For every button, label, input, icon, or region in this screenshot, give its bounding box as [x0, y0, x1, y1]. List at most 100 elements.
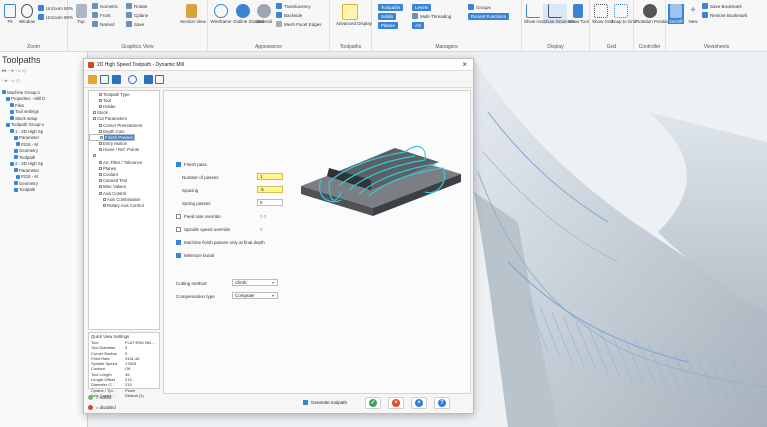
- settings-icon[interactable]: [128, 75, 137, 84]
- rotation-position-button[interactable]: Rotation Position: [636, 4, 670, 24]
- finish-pass-illustration: [301, 145, 461, 216]
- tree-node-label: Files: [15, 102, 25, 108]
- tool-icon[interactable]: [88, 75, 97, 84]
- tree-node-icon: [93, 154, 96, 158]
- outline-shaded-button[interactable]: Outline Shaded: [233, 4, 264, 24]
- named-view-button[interactable]: Named: [92, 21, 115, 27]
- dialog-title-bar[interactable]: 2D High Speed Toolpath - Dynamic Mill ×: [84, 59, 473, 71]
- groups-manager-button[interactable]: Groups: [468, 4, 491, 10]
- section-view-button[interactable]: Section View: [180, 4, 206, 24]
- apply-button[interactable]: +: [411, 397, 427, 409]
- param-tree-label: Toolpath Type: [103, 91, 130, 97]
- spacing-input[interactable]: .5: [257, 186, 283, 193]
- fit-icon: [4, 4, 16, 18]
- show-gnomons-button[interactable]: Show Gnomons: [543, 4, 575, 24]
- viewsheets-group: On/Off + New Save Bookmark Restore Bookm…: [666, 0, 767, 52]
- dialog-title: 2D High Speed Toolpath - Dynamic Mill: [97, 61, 184, 68]
- restore-bookmark-button[interactable]: Restore Bookmark: [702, 12, 747, 18]
- rotate-icon: [126, 3, 132, 9]
- grid-view-icon[interactable]: [155, 75, 164, 84]
- minimize-burial-checkbox[interactable]: Minimize burial: [176, 253, 214, 258]
- export-icon[interactable]: [112, 75, 121, 84]
- machine-finish-final-depth-checkbox[interactable]: Machine finish passes only at final dept…: [176, 240, 265, 245]
- show-axes-button[interactable]: Show Axes: [524, 4, 546, 24]
- display-group-label: Display: [547, 44, 564, 50]
- spindle-speed-override-checkbox[interactable]: Spindle speed override: [176, 227, 230, 232]
- tree-node-icon: [99, 98, 102, 102]
- snap-icon: [614, 4, 628, 18]
- save-view-button[interactable]: Save: [126, 21, 144, 27]
- layout-icon[interactable]: [144, 75, 153, 84]
- param-tree-node[interactable]: Finish Passes: [89, 134, 136, 142]
- shaded-icon: [236, 4, 250, 18]
- viewsheets-on-off-button[interactable]: On/Off: [668, 4, 684, 24]
- generate-toolpath-checkbox[interactable]: Generate toolpath: [303, 400, 347, 405]
- param-tree-label: Planes: [103, 165, 117, 171]
- top-view-button[interactable]: Top: [74, 4, 88, 24]
- panel-toolbar-secondary[interactable]: ▫ ▸ ◦ ▹ ◇: [2, 78, 20, 84]
- tree-node-icon: [10, 109, 14, 114]
- param-tree-label: Canned Text: [103, 178, 128, 184]
- cancel-button[interactable]: ×: [388, 397, 404, 409]
- ok-button[interactable]: ✓: [365, 397, 381, 409]
- feed-rate-override-value[interactable]: 0.0: [260, 214, 266, 219]
- backside-button[interactable]: Backside: [276, 12, 302, 18]
- toolpaths-manager-toggle[interactable]: Toolpaths: [378, 4, 404, 11]
- material-button[interactable]: Material: [254, 4, 274, 24]
- ribbon: Fit Window Unzoom 50% Unzoom 80% Zoom To…: [0, 0, 767, 52]
- number-of-passes-input[interactable]: 1: [257, 173, 283, 180]
- snap-to-grid-button[interactable]: Snap to Grid: [611, 4, 636, 24]
- wireframe-button[interactable]: Wireframe: [210, 4, 232, 24]
- front-view-button[interactable]: Front: [92, 12, 111, 18]
- spindle-speed-override-value[interactable]: 0: [260, 227, 263, 232]
- multi-threading-button[interactable]: Multi-Threading: [412, 13, 451, 19]
- groups-icon: [468, 4, 474, 10]
- spring-passes-label: Spring passes: [182, 201, 211, 206]
- cutting-method-label: Cutting method: [176, 281, 207, 286]
- show-tool-button[interactable]: Show Tool: [568, 4, 589, 24]
- panel-toolbar[interactable]: ▸▸ ▫ ▸ ◦ ▹ ◇: [2, 68, 26, 74]
- param-tree-label: Entry Motion: [103, 141, 128, 147]
- managers-group: Toolpaths Levels Groups Solids Multi-Thr…: [372, 0, 522, 52]
- quick-view-value: FLAT END MIL...: [125, 340, 156, 345]
- tree-node-icon: [16, 174, 20, 179]
- save-bookmark-button[interactable]: Save Bookmark: [702, 3, 742, 9]
- advanced-display-button[interactable]: Advanced Display: [336, 4, 372, 26]
- tree-node-icon: [99, 191, 102, 195]
- plus-icon: +: [415, 399, 423, 407]
- tree-node-label: #215 - M: [21, 141, 38, 147]
- managers-group-label: Managers: [435, 44, 458, 50]
- compensation-type-label: Compensation type: [176, 294, 215, 299]
- feed-rate-override-checkbox[interactable]: Feed rate override: [176, 214, 221, 219]
- checkbox-checked-icon: [176, 162, 181, 167]
- close-icon[interactable]: ×: [462, 60, 467, 69]
- new-viewsheet-button[interactable]: + New: [686, 4, 700, 24]
- spring-passes-input[interactable]: 0: [257, 199, 283, 206]
- cplane-button[interactable]: Cplane: [126, 12, 148, 18]
- show-grid-button[interactable]: Show Grid: [592, 4, 613, 24]
- dynamic-mill-dialog: 2D High Speed Toolpath - Dynamic Mill × …: [83, 58, 474, 414]
- legend: = edited = disabled: [88, 392, 116, 412]
- param-tree-node[interactable]: Rotary Axis Control: [89, 202, 159, 208]
- art-manager-toggle[interactable]: Art: [412, 22, 424, 29]
- compensation-type-select[interactable]: Computer ▾: [232, 292, 278, 299]
- solids-manager-toggle[interactable]: Solids: [378, 13, 397, 20]
- parameter-tree[interactable]: Toolpath Type Tool Holder Stock Cut Paramete…: [88, 90, 160, 330]
- tree-node[interactable]: Toolpath: [2, 187, 88, 194]
- isometric-button[interactable]: Isometric: [92, 3, 118, 9]
- levels-manager-toggle[interactable]: Levels: [412, 4, 432, 11]
- cutting-method-select[interactable]: Climb ▾: [232, 279, 278, 286]
- tree-node-icon: [99, 129, 102, 133]
- translucency-button[interactable]: Translucency: [276, 3, 311, 9]
- mesh-facet-edges-button[interactable]: Mesh Facet Edges: [276, 21, 322, 27]
- toolpath-tree[interactable]: Machine Group-1 Properties - Mill D Files T…: [2, 89, 88, 193]
- planes-manager-toggle[interactable]: Planes: [378, 22, 398, 29]
- recent-functions-toggle[interactable]: Recent Functions: [468, 13, 510, 20]
- finish-pass-checkbox[interactable]: Finish pass: [176, 162, 207, 167]
- save-icon[interactable]: [100, 75, 109, 84]
- rotate-button[interactable]: Rotate: [126, 3, 147, 9]
- help-button[interactable]: ?: [434, 397, 450, 409]
- window-zoom-button[interactable]: Window: [18, 4, 36, 24]
- tree-node-icon: [10, 129, 14, 134]
- fit-button[interactable]: Fit: [3, 4, 17, 24]
